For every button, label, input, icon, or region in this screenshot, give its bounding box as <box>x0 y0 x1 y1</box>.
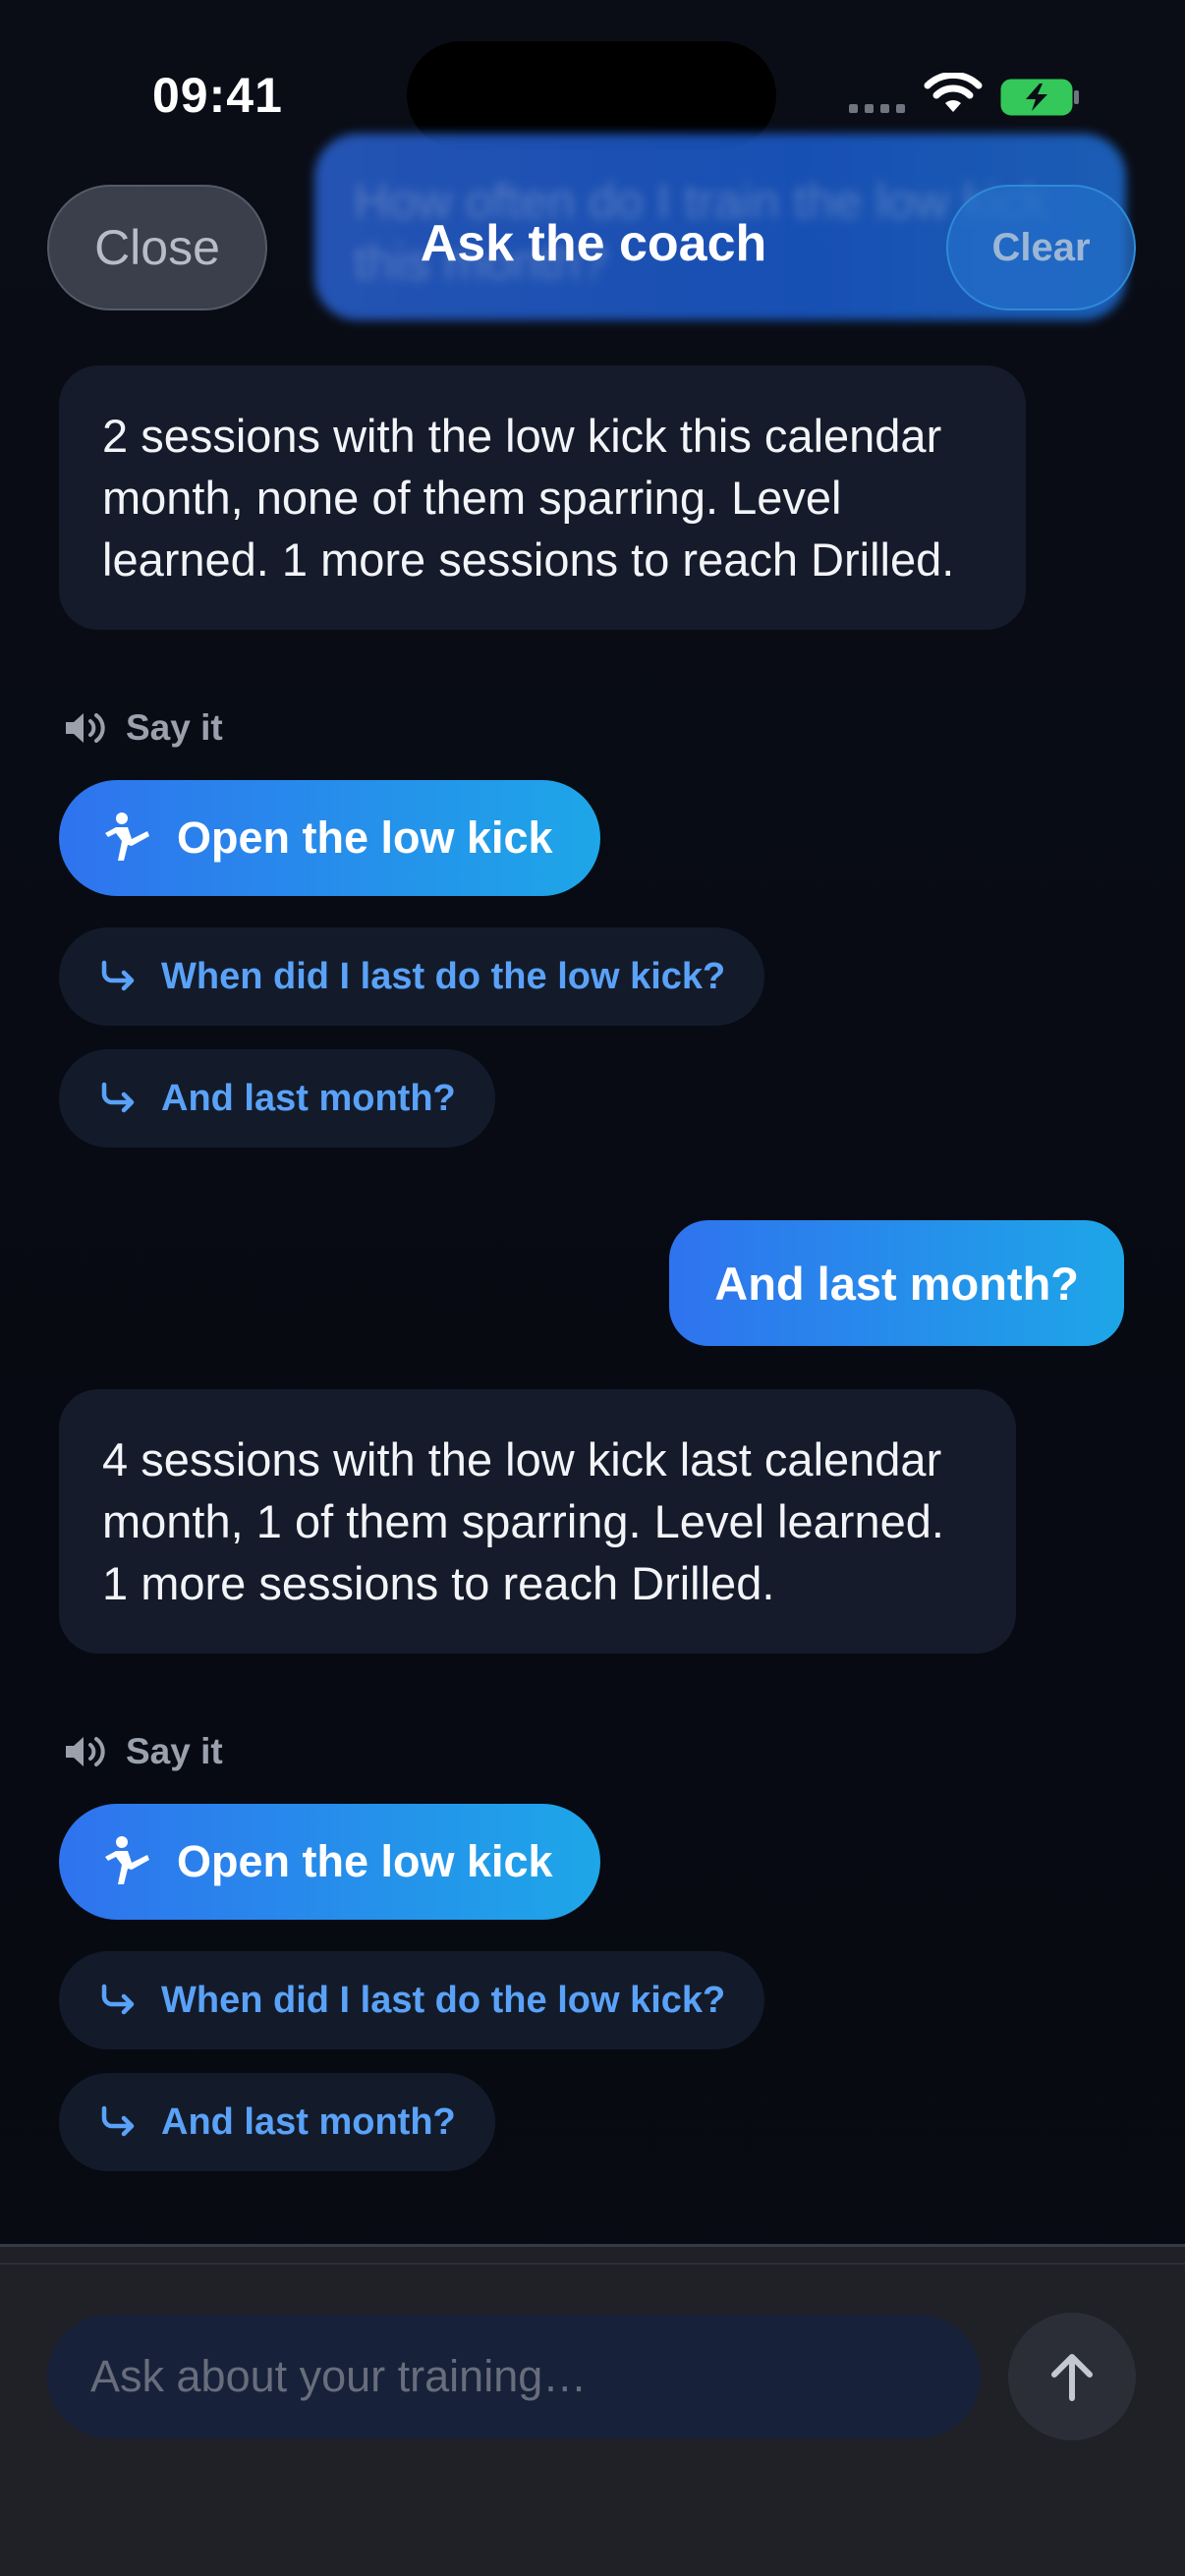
speaker-icon <box>66 713 105 743</box>
open-technique-label: Open the low kick <box>177 1836 553 1886</box>
say-it-button[interactable]: Say it <box>63 707 223 749</box>
open-technique-button[interactable]: Open the low kick <box>59 1804 600 1920</box>
close-button[interactable]: Close <box>47 185 267 310</box>
composer-divider <box>0 2263 1185 2265</box>
say-it-button[interactable]: Say it <box>63 1731 223 1772</box>
ask-input[interactable] <box>47 2315 981 2438</box>
suggestion-label: And last month? <box>161 1077 456 1119</box>
wifi-icon <box>924 73 983 112</box>
clear-button[interactable]: Clear <box>946 185 1136 310</box>
turn-right-arrow-icon <box>101 960 135 991</box>
cellular-signal-icon <box>849 104 905 113</box>
turn-right-arrow-icon <box>101 1984 135 2015</box>
user-message: And last month? <box>669 1220 1124 1346</box>
status-time: 09:41 <box>152 68 283 123</box>
turn-right-arrow-icon <box>101 1082 135 1113</box>
suggestion-chip[interactable]: When did I last do the low kick? <box>59 1951 765 2049</box>
assistant-message: 2 sessions with the low kick this calend… <box>59 365 1026 630</box>
composer-divider <box>0 2244 1185 2247</box>
turn-right-arrow-icon <box>101 2105 135 2137</box>
say-it-label: Say it <box>126 1731 223 1771</box>
martial-arts-kick-icon <box>105 1836 149 1884</box>
suggestion-label: When did I last do the low kick? <box>161 1979 726 2021</box>
open-technique-label: Open the low kick <box>177 812 553 863</box>
suggestion-chip[interactable]: When did I last do the low kick? <box>59 927 765 1026</box>
suggestion-chip[interactable]: And last month? <box>59 1049 495 1148</box>
martial-arts-kick-icon <box>105 812 149 861</box>
suggestion-label: When did I last do the low kick? <box>161 955 726 997</box>
send-button[interactable] <box>1008 2313 1136 2440</box>
page-title: Ask the coach <box>420 215 767 272</box>
user-message-text: And last month? <box>714 1257 1079 1310</box>
battery-charging-icon <box>1000 79 1079 116</box>
say-it-label: Say it <box>126 707 223 748</box>
arrow-up-icon <box>1051 2354 1093 2401</box>
suggestion-label: And last month? <box>161 2100 456 2143</box>
assistant-message-text: 4 sessions with the low kick last calend… <box>102 1433 944 1609</box>
ask-coach-screen: 09:41 How often do I train the low kick … <box>0 0 1185 2576</box>
open-technique-button[interactable]: Open the low kick <box>59 780 600 896</box>
assistant-message-text: 2 sessions with the low kick this calend… <box>102 410 955 586</box>
assistant-message: 4 sessions with the low kick last calend… <box>59 1389 1016 1653</box>
speaker-icon <box>66 1737 105 1766</box>
suggestion-chip[interactable]: And last month? <box>59 2073 495 2171</box>
